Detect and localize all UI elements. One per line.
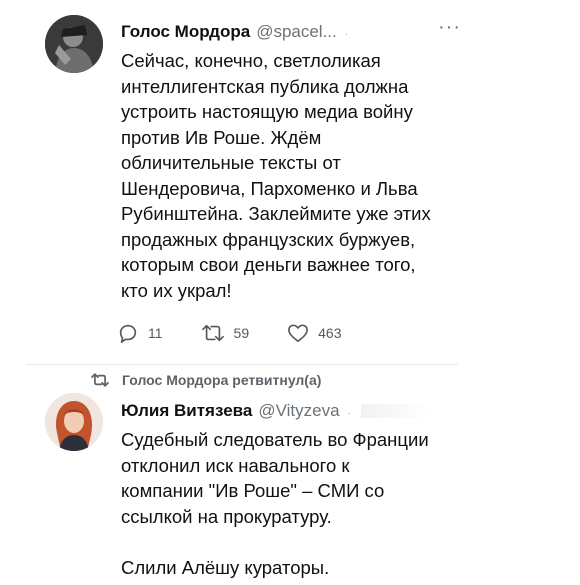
tweet-text: Судебный следователь во Франции отклонил… [121,429,429,578]
author-handle[interactable]: @spacel... [256,22,337,42]
author-handle[interactable]: @Vityzeva [258,401,339,421]
reply-button[interactable]: 11 [117,322,163,344]
retweet-button[interactable]: 59 [201,322,250,344]
handle-separator: · [347,408,351,419]
tweet-header: Голос Мордора @spacel... · [121,22,348,42]
more-icon[interactable]: ··· [438,17,461,37]
tweet-header: Юлия Витязева @Vityzeva · [121,401,351,421]
divider [26,364,458,365]
retweet-banner[interactable]: Голос Мордора ретвитнул(а) [90,372,321,388]
tweet-text: Сейчас, конечно, светлоликая интеллигент… [121,50,431,301]
reply-count: 11 [148,325,163,341]
avatar[interactable] [45,393,103,451]
handle-separator: · [344,29,349,40]
author-name[interactable]: Юлия Витязева [121,401,252,421]
blurred-timestamp [361,404,431,418]
retweet-icon [91,373,109,387]
retweet-count: 59 [233,325,250,341]
avatar[interactable] [45,15,103,73]
retweet-banner-text: Голос Мордора ретвитнул(а) [122,372,322,388]
author-name[interactable]: Голос Мордора [121,22,250,42]
like-button[interactable]: 463 [287,323,341,343]
retweet-icon [201,324,224,342]
heart-icon [288,324,309,342]
tweet-actions: 11 59 463 [117,322,379,344]
like-count: 463 [318,325,342,341]
reply-icon [119,324,137,343]
tweet-thread: Голос Мордора @spacel... · ··· Сейчас, к… [0,0,580,585]
